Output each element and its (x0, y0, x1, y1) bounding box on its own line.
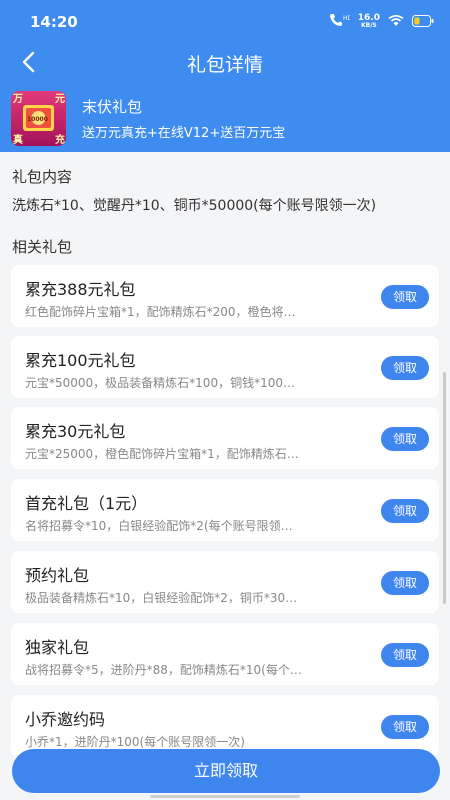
related-item[interactable]: 独家礼包 战将招募令*5，进阶丹*88，配饰精炼石*10(每个… 领取 (11, 623, 439, 685)
svg-text:HD: HD (343, 15, 350, 22)
related-item[interactable]: 累充30元礼包 元宝*25000，橙色配饰碎片宝箱*1，配饰精炼石… 领取 (11, 407, 439, 469)
related-item-title: 累充30元礼包 (25, 422, 126, 441)
pack-name: 末伏礼包 (82, 98, 143, 116)
related-item[interactable]: 小乔邀约码 小乔*1，进阶丹*100(每个账号限领一次) 领取 (11, 695, 439, 757)
related-item-desc: 元宝*50000，极品装备精炼石*100，铜钱*100… (25, 376, 295, 390)
network-speed: 16.0 KB/S (357, 12, 380, 30)
content-area: 礼包内容 洗炼石*10、觉醒丹*10、铜币*50000(每个账号限领一次) 相关… (0, 152, 450, 800)
pack-icon: 万 元 真 充 10000 (11, 91, 66, 146)
pack-icon-char-4: 充 (55, 133, 65, 146)
speed-unit: KB/S (361, 21, 377, 29)
nav-bar: 礼包详情 (0, 40, 450, 85)
related-item-title: 累充388元礼包 (25, 280, 136, 299)
related-item-desc: 战将招募令*5，进阶丹*88，配饰精炼石*10(每个… (25, 663, 302, 677)
related-item-desc: 红色配饰碎片宝箱*1，配饰精炼石*200，橙色将… (25, 305, 296, 319)
scrollbar[interactable] (443, 372, 446, 604)
related-item-title: 累充100元礼包 (25, 351, 136, 370)
claim-button[interactable]: 领取 (381, 715, 429, 739)
related-item-title: 小乔邀约码 (25, 710, 106, 729)
claim-button[interactable]: 领取 (381, 499, 429, 523)
status-time: 14:20 (30, 13, 78, 31)
related-item-desc: 小乔*1，进阶丹*100(每个账号限领一次) (25, 735, 245, 749)
claim-button[interactable]: 领取 (381, 643, 429, 667)
pack-header: 万 元 真 充 10000 末伏礼包 送万元真充+在线V12+送百万元宝 (0, 85, 450, 152)
speed-value: 16.0 (357, 12, 380, 23)
related-item-desc: 名将招募令*10，白银经验配饰*2(每个账号限领… (25, 519, 293, 533)
page-title: 礼包详情 (186, 54, 263, 76)
related-item[interactable]: 首充礼包（1元） 名将招募令*10，白银经验配饰*2(每个账号限领… 领取 (11, 479, 439, 541)
related-item-title: 预约礼包 (25, 566, 90, 585)
home-indicator[interactable] (150, 795, 300, 798)
related-item[interactable]: 累充100元礼包 元宝*50000，极品装备精炼石*100，铜钱*100… 领取 (11, 336, 439, 398)
related-item-desc: 元宝*25000，橙色配饰碎片宝箱*1，配饰精炼石… (25, 447, 299, 461)
claim-now-button[interactable]: 立即领取 (12, 749, 440, 793)
related-item-title: 首充礼包（1元） (25, 494, 148, 513)
contents-section-title: 礼包内容 (12, 168, 73, 186)
related-item-desc: 极品装备精炼石*10，白银经验配饰*2，铜币*30… (25, 591, 298, 605)
pack-icon-char-2: 元 (55, 93, 65, 105)
related-item-title: 独家礼包 (25, 638, 90, 657)
claim-button[interactable]: 领取 (381, 356, 429, 380)
pack-icon-char-1: 万 (12, 93, 23, 105)
claim-button[interactable]: 领取 (381, 427, 429, 451)
related-item[interactable]: 累充388元礼包 红色配饰碎片宝箱*1，配饰精炼石*200，橙色将… 领取 (11, 265, 439, 327)
related-item[interactable]: 预约礼包 极品装备精炼石*10，白银经验配饰*2，铜币*30… 领取 (11, 551, 439, 613)
wifi-icon (388, 12, 404, 31)
hd-call-icon: HD (328, 12, 352, 31)
claim-button[interactable]: 领取 (381, 285, 429, 309)
battery-icon (412, 12, 434, 31)
status-icons: HD 16.0 KB/S (328, 12, 434, 31)
pack-description: 送万元真充+在线V12+送百万元宝 (82, 126, 286, 141)
related-section-title: 相关礼包 (12, 238, 73, 256)
pack-icon-center: 10000 (27, 116, 48, 123)
contents-text: 洗炼石*10、觉醒丹*10、铜币*50000(每个账号限领一次) (12, 198, 377, 214)
pack-icon-char-3: 真 (13, 133, 23, 146)
claim-button[interactable]: 领取 (381, 571, 429, 595)
status-bar: 14:20 HD 16.0 KB/S (0, 0, 450, 40)
